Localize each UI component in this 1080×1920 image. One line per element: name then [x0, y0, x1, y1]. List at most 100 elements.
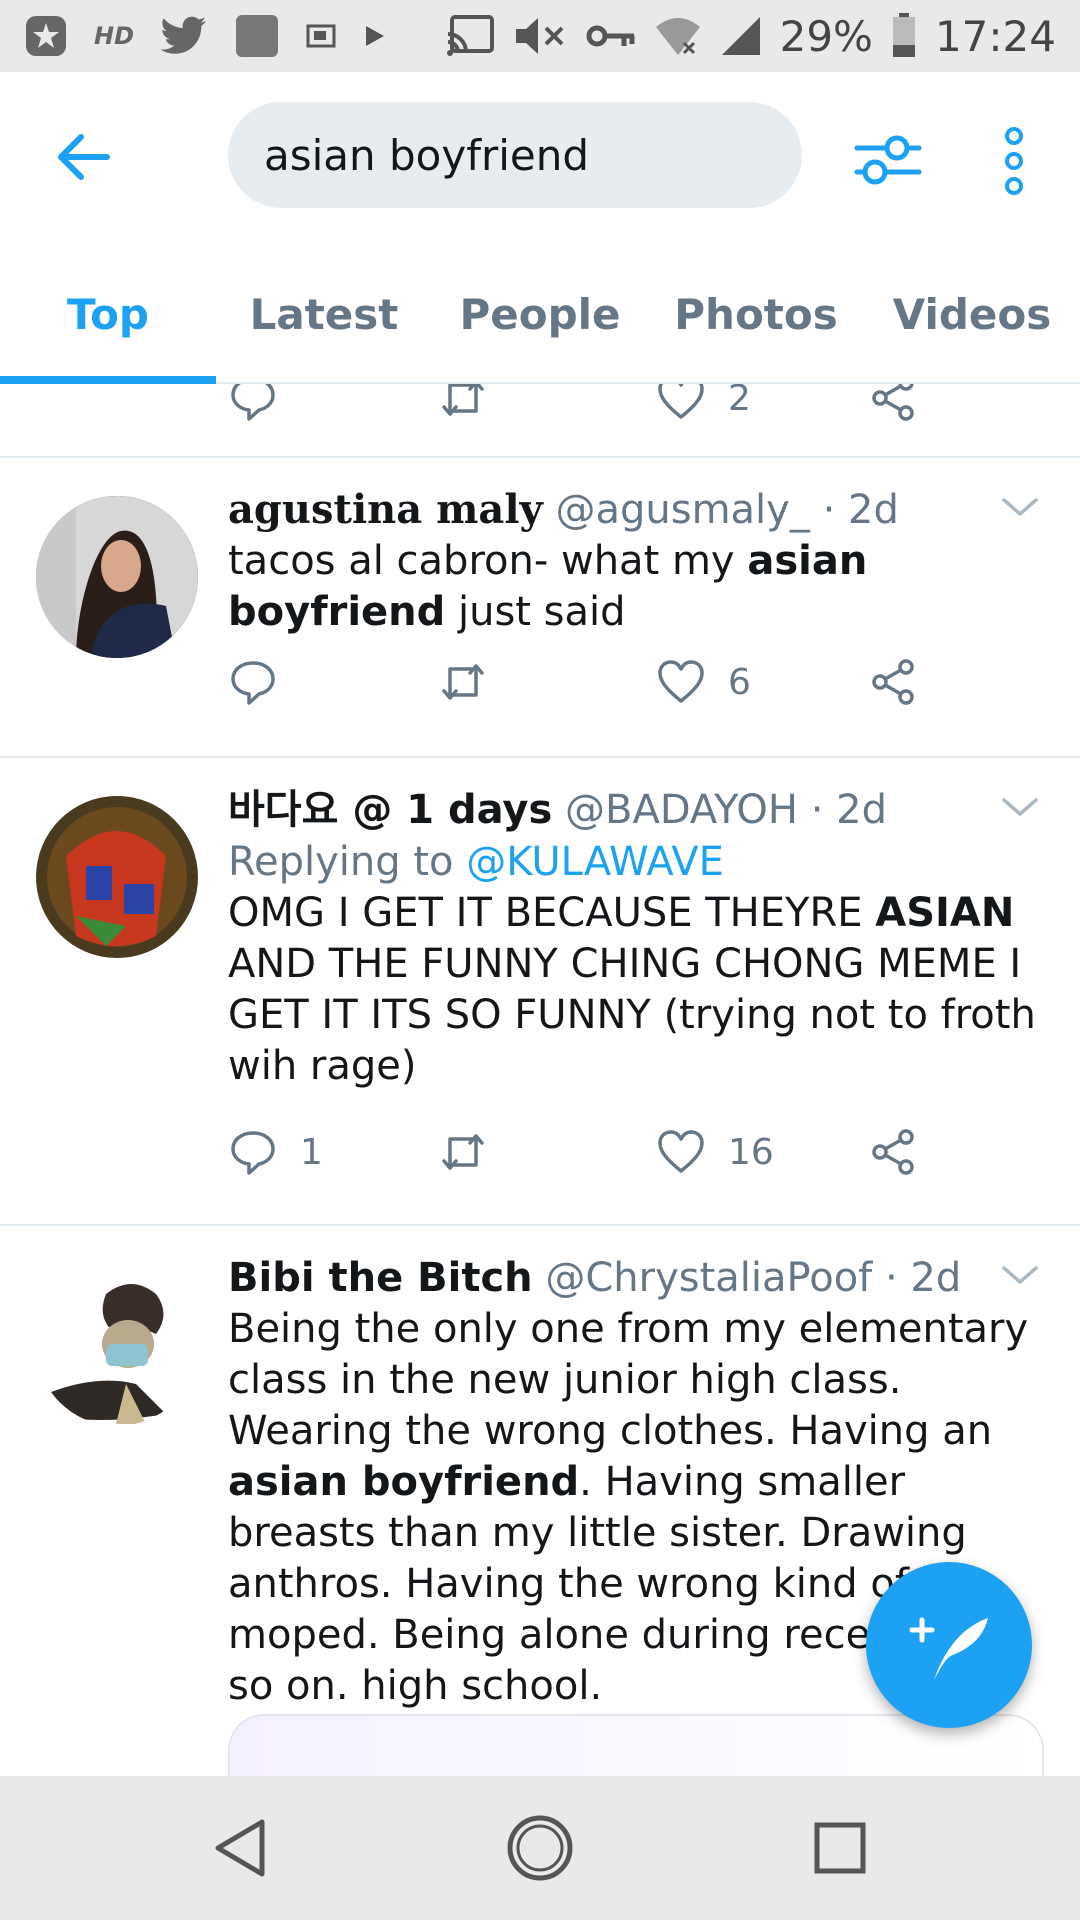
- search-input[interactable]: asian boyfriend: [228, 102, 802, 208]
- retweet-icon: [442, 664, 484, 700]
- triangle-back-icon: [215, 1819, 265, 1877]
- avatar[interactable]: [36, 796, 198, 958]
- text-part: just said: [445, 589, 626, 635]
- tweet-time: 2d: [848, 487, 899, 533]
- tab-videos[interactable]: Videos: [864, 244, 1080, 384]
- search-tabs: Top Latest People Photos Videos: [0, 244, 1080, 384]
- tweet-menu-button[interactable]: [1000, 492, 1040, 522]
- user-handle[interactable]: @ChrystaliaPoof: [545, 1255, 872, 1301]
- like-count: 16: [728, 1131, 774, 1173]
- separator-dot: ·: [884, 1255, 898, 1301]
- twitter-bird-icon: [160, 16, 208, 56]
- system-navigation-bar: [0, 1776, 1080, 1920]
- nav-recents-button[interactable]: [800, 1808, 880, 1888]
- tweet-time: 2d: [910, 1255, 962, 1301]
- reply-button[interactable]: [228, 652, 300, 712]
- share-button[interactable]: [868, 1122, 918, 1182]
- highlighted-term: asian boyfriend: [228, 1459, 580, 1505]
- avatar[interactable]: [36, 496, 198, 658]
- share-icon: [872, 1129, 914, 1175]
- hd-indicator: HD: [94, 22, 135, 50]
- tweet-item[interactable]: 바다요 @ 1 days @BADAYOH · 2d Replying to @…: [0, 758, 1080, 1226]
- text-part: AND THE FUNNY CHING CHONG MEME I GET IT …: [228, 941, 1036, 1089]
- reply-handle-link[interactable]: @KULAWAVE: [466, 839, 724, 885]
- like-button[interactable]: 16: [656, 1122, 774, 1182]
- search-query-text: asian boyfriend: [264, 130, 590, 180]
- retweet-button[interactable]: [438, 652, 488, 712]
- mute-icon: [514, 14, 568, 58]
- gallery-notification-icon: [234, 13, 280, 59]
- text-part: high school.: [361, 1663, 603, 1709]
- avatar-drawing: [36, 796, 198, 958]
- share-button[interactable]: [868, 652, 918, 712]
- tweet-partial[interactable]: 2: [0, 384, 1080, 458]
- tab-photos[interactable]: Photos: [648, 244, 864, 384]
- text-part: tacos al cabron- what my: [228, 538, 748, 584]
- share-button[interactable]: [868, 384, 918, 428]
- tweet-menu-button[interactable]: [1000, 1260, 1040, 1290]
- search-filter-button[interactable]: [848, 120, 928, 200]
- tweet-menu-button[interactable]: [1000, 792, 1040, 822]
- like-button[interactable]: 6: [656, 652, 751, 712]
- heart-icon: [658, 660, 704, 703]
- tweet-item[interactable]: agustina maly @agusmaly_ · 2d tacos al c…: [0, 458, 1080, 758]
- home-circle-icon: [507, 1815, 573, 1881]
- reply-button[interactable]: [228, 384, 278, 428]
- replying-to-label: Replying to: [228, 839, 467, 885]
- active-tab-indicator: [0, 376, 216, 384]
- tweet-actions: 6: [228, 652, 988, 712]
- signal-icon: [720, 15, 762, 57]
- avatar[interactable]: [36, 1264, 198, 1426]
- text-part: Being the only one from my elementary cl…: [228, 1306, 1029, 1454]
- tab-latest[interactable]: Latest: [216, 244, 432, 384]
- tweet-header: Bibi the Bitch @ChrystaliaPoof · 2d: [228, 1252, 1038, 1304]
- tab-label: People: [459, 289, 621, 339]
- reply-button[interactable]: 1: [228, 1122, 323, 1182]
- display-name[interactable]: agustina maly: [228, 486, 543, 533]
- reply-count: 1: [300, 1131, 323, 1173]
- tab-label: Top: [67, 289, 149, 339]
- play-notification-icon: [362, 24, 386, 48]
- back-button[interactable]: [48, 122, 118, 192]
- battery-icon: [891, 13, 917, 59]
- wifi-icon: [654, 15, 702, 57]
- nav-home-button[interactable]: [500, 1808, 580, 1888]
- like-count: 6: [728, 661, 751, 703]
- status-bar: HD 29% 17:24: [0, 0, 1080, 72]
- tab-top[interactable]: Top: [0, 244, 216, 384]
- tweet-content: 바다요 @ 1 days @BADAYOH · 2d Replying to @…: [228, 784, 1038, 1092]
- retweet-button[interactable]: [438, 384, 488, 428]
- like-count: 2: [728, 384, 751, 419]
- vpn-key-icon: [586, 21, 636, 51]
- clock-time: 17:24: [934, 11, 1056, 61]
- more-options-button[interactable]: [990, 116, 1038, 206]
- separator-dot: ·: [822, 487, 836, 533]
- tweet-header: agustina maly @agusmaly_ · 2d: [228, 484, 1038, 536]
- nav-back-button[interactable]: [200, 1808, 280, 1888]
- tweet-actions: 2: [228, 384, 988, 428]
- media-notification-icon: [306, 21, 336, 51]
- avatar-drawing: [36, 1264, 198, 1426]
- share-icon: [872, 384, 914, 421]
- chevron-down-icon: [1002, 498, 1038, 516]
- display-name[interactable]: 바다요 @ 1 days: [228, 787, 552, 833]
- tab-label: Latest: [249, 289, 399, 339]
- chevron-down-icon: [1002, 1266, 1038, 1284]
- tweet-text: tacos al cabron- what my asian boyfriend…: [228, 536, 1038, 638]
- tab-people[interactable]: People: [432, 244, 648, 384]
- replying-to: Replying to @KULAWAVE: [228, 836, 1038, 888]
- reply-icon: [231, 661, 275, 705]
- retweet-button[interactable]: [438, 1122, 488, 1182]
- vertical-ellipsis-icon: [1005, 127, 1023, 195]
- heart-icon: [658, 384, 704, 419]
- tweet-text: OMG I GET IT BECAUSE THEYRE ASIAN AND TH…: [228, 888, 1038, 1092]
- user-handle[interactable]: @agusmaly_: [555, 487, 809, 533]
- app-notification-icon: [24, 14, 68, 58]
- display-name[interactable]: Bibi the Bitch: [228, 1255, 533, 1301]
- reply-icon: [231, 1131, 275, 1175]
- compose-tweet-button[interactable]: [866, 1562, 1032, 1728]
- user-handle[interactable]: @BADAYOH: [565, 787, 798, 833]
- like-button[interactable]: 2: [656, 384, 751, 428]
- battery-percent: 29%: [779, 11, 873, 61]
- chevron-down-icon: [1002, 798, 1038, 816]
